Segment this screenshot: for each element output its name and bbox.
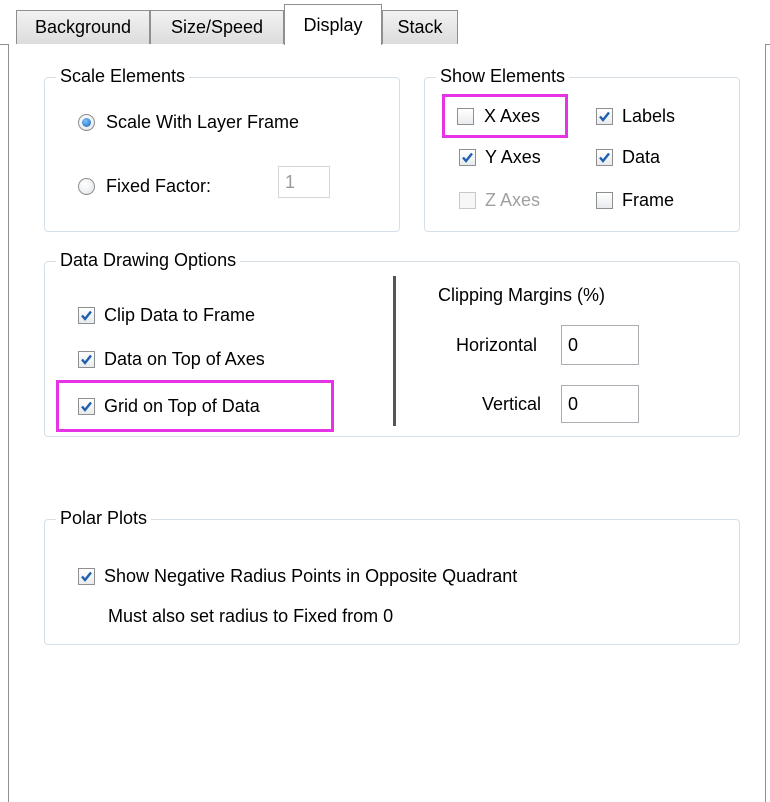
scale-elements-group xyxy=(44,77,400,232)
horizontal-label: Horizontal xyxy=(456,335,538,355)
scale-with-layer-frame-label[interactable]: Scale With Layer Frame xyxy=(106,111,299,133)
show-negative-radius-label[interactable]: Show Negative Radius Points in Opposite … xyxy=(104,565,517,587)
checkmark-icon xyxy=(599,111,610,122)
clip-data-checkbox[interactable] xyxy=(78,307,95,324)
grid-on-top-highlight xyxy=(56,380,334,432)
data-drawing-options-title: Data Drawing Options xyxy=(56,250,241,270)
polar-note: Must also set radius to Fixed from 0 xyxy=(108,606,394,626)
tab-label: Size/Speed xyxy=(170,17,264,37)
show-elements-title: Show Elements xyxy=(436,66,570,86)
y-axes-label[interactable]: Y Axes xyxy=(485,146,541,168)
y-axes-checkbox[interactable] xyxy=(459,149,476,166)
scale-with-layer-frame-radio[interactable] xyxy=(78,114,95,131)
checkmark-icon xyxy=(81,571,92,582)
vertical-margin-input[interactable]: 0 xyxy=(561,385,639,423)
tab-size-speed[interactable]: Size/Speed xyxy=(150,10,284,44)
z-axes-label[interactable]: Z Axes xyxy=(485,189,540,211)
vertical-label: Vertical xyxy=(482,394,542,414)
horizontal-margin-input[interactable]: 0 xyxy=(561,325,639,365)
vertical-divider xyxy=(393,276,396,426)
data-checkbox[interactable] xyxy=(596,149,613,166)
tab-label: Stack xyxy=(397,17,443,37)
fixed-factor-radio[interactable] xyxy=(78,178,95,195)
data-on-top-label[interactable]: Data on Top of Axes xyxy=(104,348,265,370)
show-negative-radius-checkbox[interactable] xyxy=(78,568,95,585)
clip-data-label[interactable]: Clip Data to Frame xyxy=(104,304,255,326)
data-on-top-checkbox[interactable] xyxy=(78,351,95,368)
frame-label[interactable]: Frame xyxy=(622,189,674,211)
labels-checkbox[interactable] xyxy=(596,108,613,125)
checkmark-icon xyxy=(599,152,610,163)
fixed-factor-input[interactable]: 1 xyxy=(278,166,330,198)
checkmark-icon xyxy=(462,152,473,163)
polar-plots-title: Polar Plots xyxy=(56,508,152,528)
clipping-margins-title: Clipping Margins (%) xyxy=(438,285,606,305)
tab-background[interactable]: Background xyxy=(16,10,150,44)
x-axes-highlight xyxy=(442,94,568,138)
tab-label: Background xyxy=(34,17,132,37)
frame-checkbox[interactable] xyxy=(596,192,613,209)
tab-stack[interactable]: Stack xyxy=(382,10,458,44)
tab-label: Display xyxy=(303,14,363,35)
scale-elements-title: Scale Elements xyxy=(56,66,190,86)
data-label[interactable]: Data xyxy=(622,146,660,168)
checkmark-icon xyxy=(81,354,92,365)
z-axes-checkbox[interactable] xyxy=(459,192,476,209)
labels-label[interactable]: Labels xyxy=(622,105,675,127)
tab-display[interactable]: Display xyxy=(284,4,382,45)
checkmark-icon xyxy=(81,310,92,321)
fixed-factor-label[interactable]: Fixed Factor: xyxy=(106,175,211,197)
